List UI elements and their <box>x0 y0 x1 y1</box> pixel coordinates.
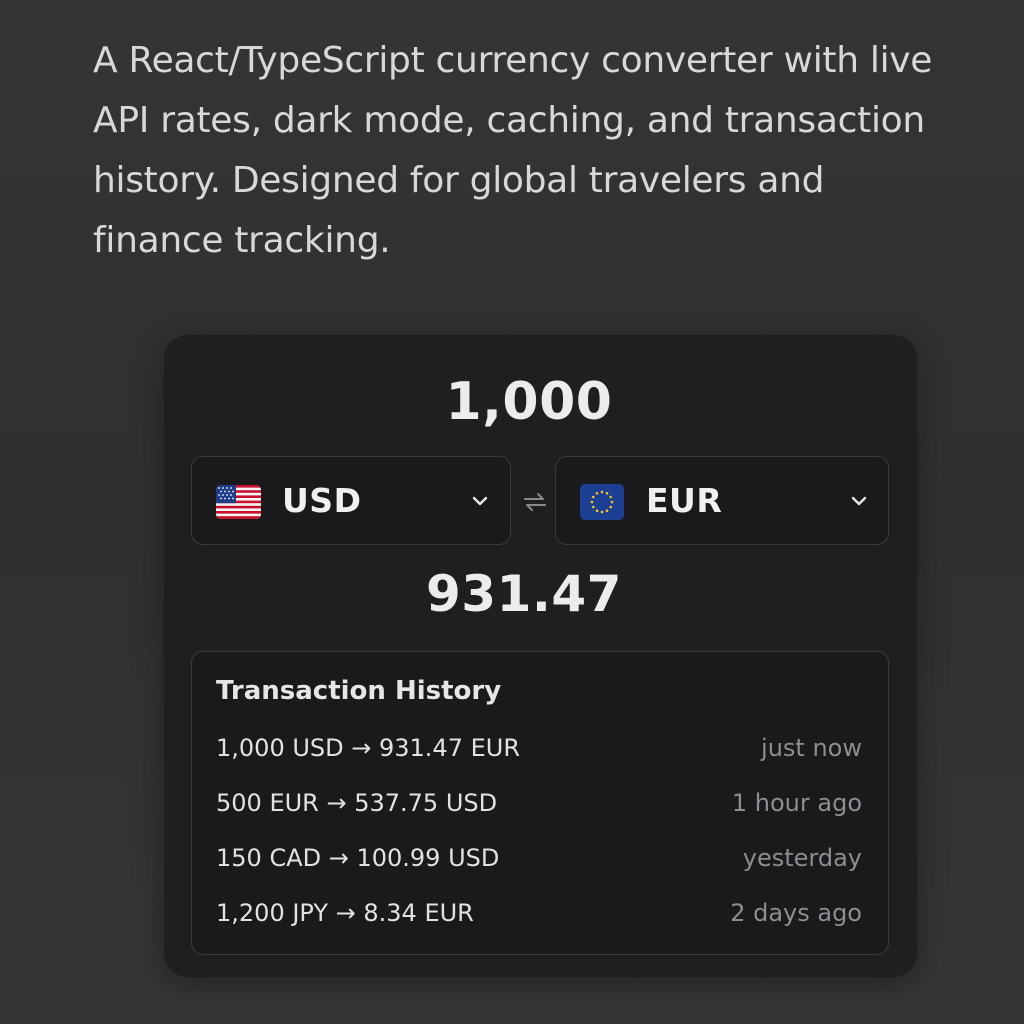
to-currency-code: EUR <box>646 481 723 520</box>
history-row-time: 2 days ago <box>730 899 862 927</box>
to-currency-select[interactable]: EUR <box>555 456 889 545</box>
history-row[interactable]: 150 CAD → 100.99 USD yesterday <box>216 844 862 880</box>
amount-input[interactable]: 1,000 <box>0 372 1024 432</box>
eu-flag-icon <box>580 484 624 520</box>
us-flag-icon <box>216 485 261 519</box>
transaction-history-panel: Transaction History 1,000 USD → 931.47 E… <box>191 651 889 955</box>
page: A React/TypeScript currency converter wi… <box>0 0 1024 1024</box>
history-row[interactable]: 1,000 USD → 931.47 EUR just now <box>216 734 862 770</box>
history-row-conversion: 1,000 USD → 931.47 EUR <box>216 734 520 762</box>
history-row[interactable]: 500 EUR → 537.75 USD 1 hour ago <box>216 789 862 825</box>
history-row-conversion: 500 EUR → 537.75 USD <box>216 789 498 817</box>
converted-result: 931.47 <box>426 565 622 623</box>
chevron-down-icon <box>469 490 491 512</box>
history-row[interactable]: 1,200 JPY → 8.34 EUR 2 days ago <box>216 899 862 935</box>
app-description: A React/TypeScript currency converter wi… <box>93 40 933 261</box>
history-row-conversion: 150 CAD → 100.99 USD <box>216 844 500 872</box>
history-row-time: 1 hour ago <box>731 789 862 817</box>
history-title: Transaction History <box>216 676 502 706</box>
from-currency-select[interactable]: USD <box>191 456 511 545</box>
swap-currencies-icon[interactable] <box>521 489 549 515</box>
from-currency-code: USD <box>282 481 362 520</box>
chevron-down-icon <box>848 490 870 512</box>
history-row-time: just now <box>761 734 862 762</box>
history-row-time: yesterday <box>742 844 862 872</box>
history-row-conversion: 1,200 JPY → 8.34 EUR <box>216 899 474 927</box>
